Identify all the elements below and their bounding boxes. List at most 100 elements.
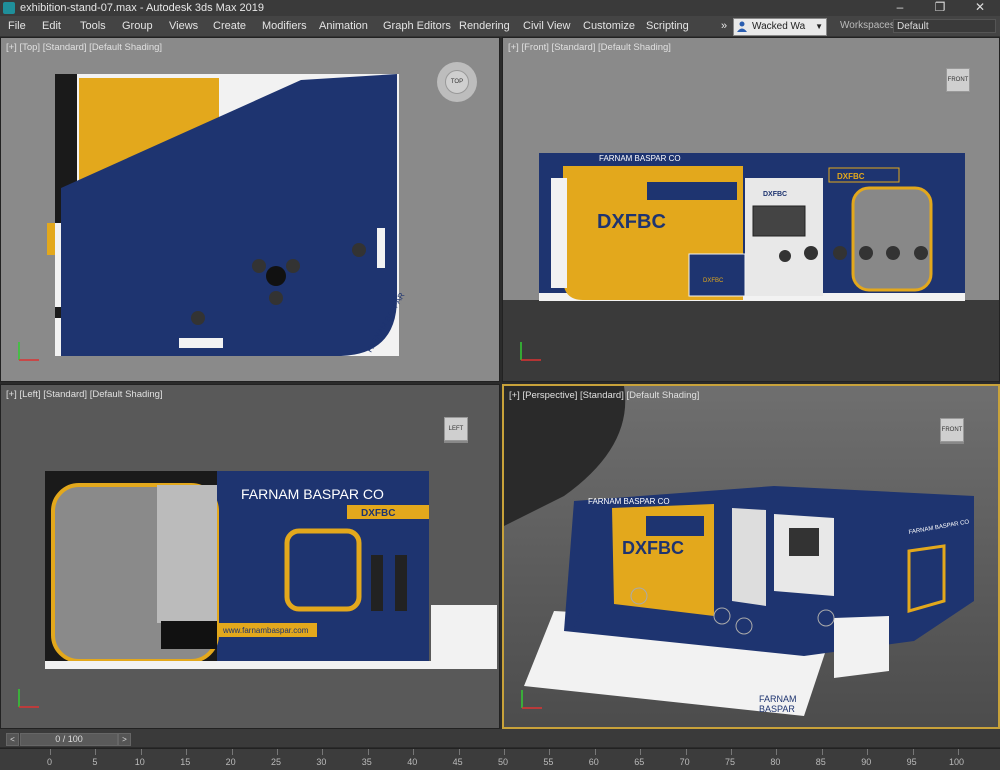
axis-gizmo-icon (520, 342, 541, 361)
menu-create[interactable]: Create (213, 16, 246, 36)
svg-text:DXFBC: DXFBC (361, 508, 395, 519)
user-name: Wacked Wa (752, 21, 806, 32)
viewcube-perspective[interactable]: FRONT (940, 418, 964, 442)
workspaces-select[interactable]: Default (893, 19, 996, 33)
track-tick (231, 749, 233, 755)
track-tick (594, 749, 596, 755)
viewport-front[interactable]: [+] [Front] [Standard] [Default Shading]… (502, 37, 1000, 382)
front-company-text: FARNAM BASPAR CO (599, 154, 681, 163)
track-tick (640, 749, 642, 755)
track-tick-label: 95 (906, 757, 917, 767)
time-prev-button[interactable]: < (6, 733, 19, 746)
maximize-button[interactable]: ❐ (920, 0, 960, 16)
viewport-top-label[interactable]: [+] [Top] [Standard] [Default Shading] (6, 42, 162, 53)
window-title: exhibition-stand-07.max - Autodesk 3ds M… (20, 2, 264, 14)
menu-views[interactable]: Views (169, 16, 198, 36)
track-tick (821, 749, 823, 755)
track-tick (413, 749, 415, 755)
track-tick-label: 65 (634, 757, 645, 767)
track-tick (140, 749, 142, 755)
user-icon (737, 21, 747, 32)
track-tick (277, 749, 278, 755)
track-tick (186, 749, 188, 755)
track-tick-label: 10 (134, 757, 145, 767)
viewcube-top[interactable]: TOP (445, 70, 469, 94)
menu-rendering[interactable]: Rendering (459, 16, 510, 36)
menu-group[interactable]: Group (122, 16, 153, 36)
track-tick (731, 749, 732, 755)
track-tick (50, 749, 51, 755)
svg-text:DXFBC: DXFBC (763, 191, 787, 198)
track-tick (867, 749, 869, 755)
menu-scripting[interactable]: Scripting (646, 16, 689, 36)
viewport-perspective[interactable]: [+] [Perspective] [Standard] [Default Sh… (502, 384, 1000, 729)
track-tick-label: 80 (770, 757, 781, 767)
axis-gizmo-icon (18, 342, 39, 361)
track-tick (458, 749, 460, 755)
track-tick (95, 749, 97, 755)
track-tick-label: 70 (679, 757, 690, 767)
track-tick-label: 35 (361, 757, 372, 767)
track-tick-label: 20 (225, 757, 236, 767)
front-logo: DXFBC (597, 211, 666, 233)
viewport-perspective-label[interactable]: [+] [Perspective] [Standard] [Default Sh… (509, 390, 699, 401)
track-tick (685, 749, 687, 755)
track-tick-label: 5 (92, 757, 98, 767)
axis-gizmo-icon (521, 690, 542, 709)
time-slider-thumb[interactable]: 0 / 100 (20, 733, 118, 746)
track-tick-label: 30 (316, 757, 327, 767)
title-bar: exhibition-stand-07.max - Autodesk 3ds M… (0, 0, 1000, 16)
axis-gizmo-icon (18, 689, 39, 708)
time-next-button[interactable]: > (118, 733, 131, 746)
track-tick-label: 25 (271, 757, 282, 767)
menu-graph-editors[interactable]: Graph Editors (383, 16, 451, 36)
track-tick (322, 749, 324, 755)
track-tick-label: 15 (180, 757, 191, 767)
track-tick (504, 749, 505, 755)
persp-sign-line1: FARNAM (759, 694, 797, 704)
svg-text:DXFBC: DXFBC (703, 278, 724, 284)
track-tick (367, 749, 369, 755)
top-view-scene: FARNAM BASPAR (47, 74, 407, 356)
svg-text:DXFBC: DXFBC (837, 172, 865, 181)
viewport-front-label[interactable]: [+] [Front] [Standard] [Default Shading] (508, 42, 671, 53)
track-tick (958, 749, 959, 755)
left-company-text: FARNAM BASPAR CO (241, 486, 384, 502)
viewcube-left[interactable]: LEFT (444, 417, 468, 441)
minimize-button[interactable]: – (880, 0, 920, 16)
viewport-left[interactable]: [+] [Left] [Standard] [Default Shading] … (0, 384, 500, 729)
track-tick-label: 100 (949, 757, 965, 767)
track-tick-label: 90 (861, 757, 872, 767)
menu-edit[interactable]: Edit (42, 16, 61, 36)
menu-civil-view[interactable]: Civil View (523, 16, 570, 36)
menu-file[interactable]: File (8, 16, 26, 36)
track-tick-label: 85 (815, 757, 826, 767)
left-website-text: www.farnambaspar.com (222, 626, 309, 635)
menu-customize[interactable]: Customize (583, 16, 635, 36)
viewcube-front[interactable]: FRONT (946, 68, 970, 92)
menu-tools[interactable]: Tools (80, 16, 106, 36)
viewport-left-label[interactable]: [+] [Left] [Standard] [Default Shading] (6, 389, 163, 400)
track-tick (776, 749, 778, 755)
track-tick-label: 0 (47, 757, 53, 767)
perspective-scene: FARNAM BASPAR CO DXFBC FARNAM BASPAR CO … (504, 386, 974, 716)
track-tick-label: 40 (407, 757, 418, 767)
close-button[interactable]: ✕ (960, 0, 1000, 16)
menu-modifiers[interactable]: Modifiers (262, 16, 307, 36)
chevron-down-icon: ▼ (815, 22, 823, 31)
track-tick-label: 45 (452, 757, 463, 767)
track-tick (912, 749, 914, 755)
persp-sign-line2: BASPAR (759, 704, 795, 714)
viewport-top[interactable]: [+] [Top] [Standard] [Default Shading] F… (0, 37, 500, 382)
track-tick (549, 749, 551, 755)
app-icon (3, 2, 15, 14)
left-view-scene: FARNAM BASPAR CO DXFBC www.farnambaspar.… (45, 471, 497, 669)
track-tick-label: 55 (543, 757, 554, 767)
workspaces-label: Workspaces: (840, 20, 898, 31)
track-tick-label: 60 (588, 757, 599, 767)
front-view-scene: FARNAM BASPAR CO DXFBC DXFBC DXFBC DXFBC (503, 153, 999, 381)
user-account-dropdown[interactable]: Wacked Wa ▼ (733, 18, 827, 36)
menu-animation[interactable]: Animation (319, 16, 368, 36)
menu-overflow-chevron[interactable]: » (721, 16, 727, 36)
track-tick-label: 75 (725, 757, 736, 767)
